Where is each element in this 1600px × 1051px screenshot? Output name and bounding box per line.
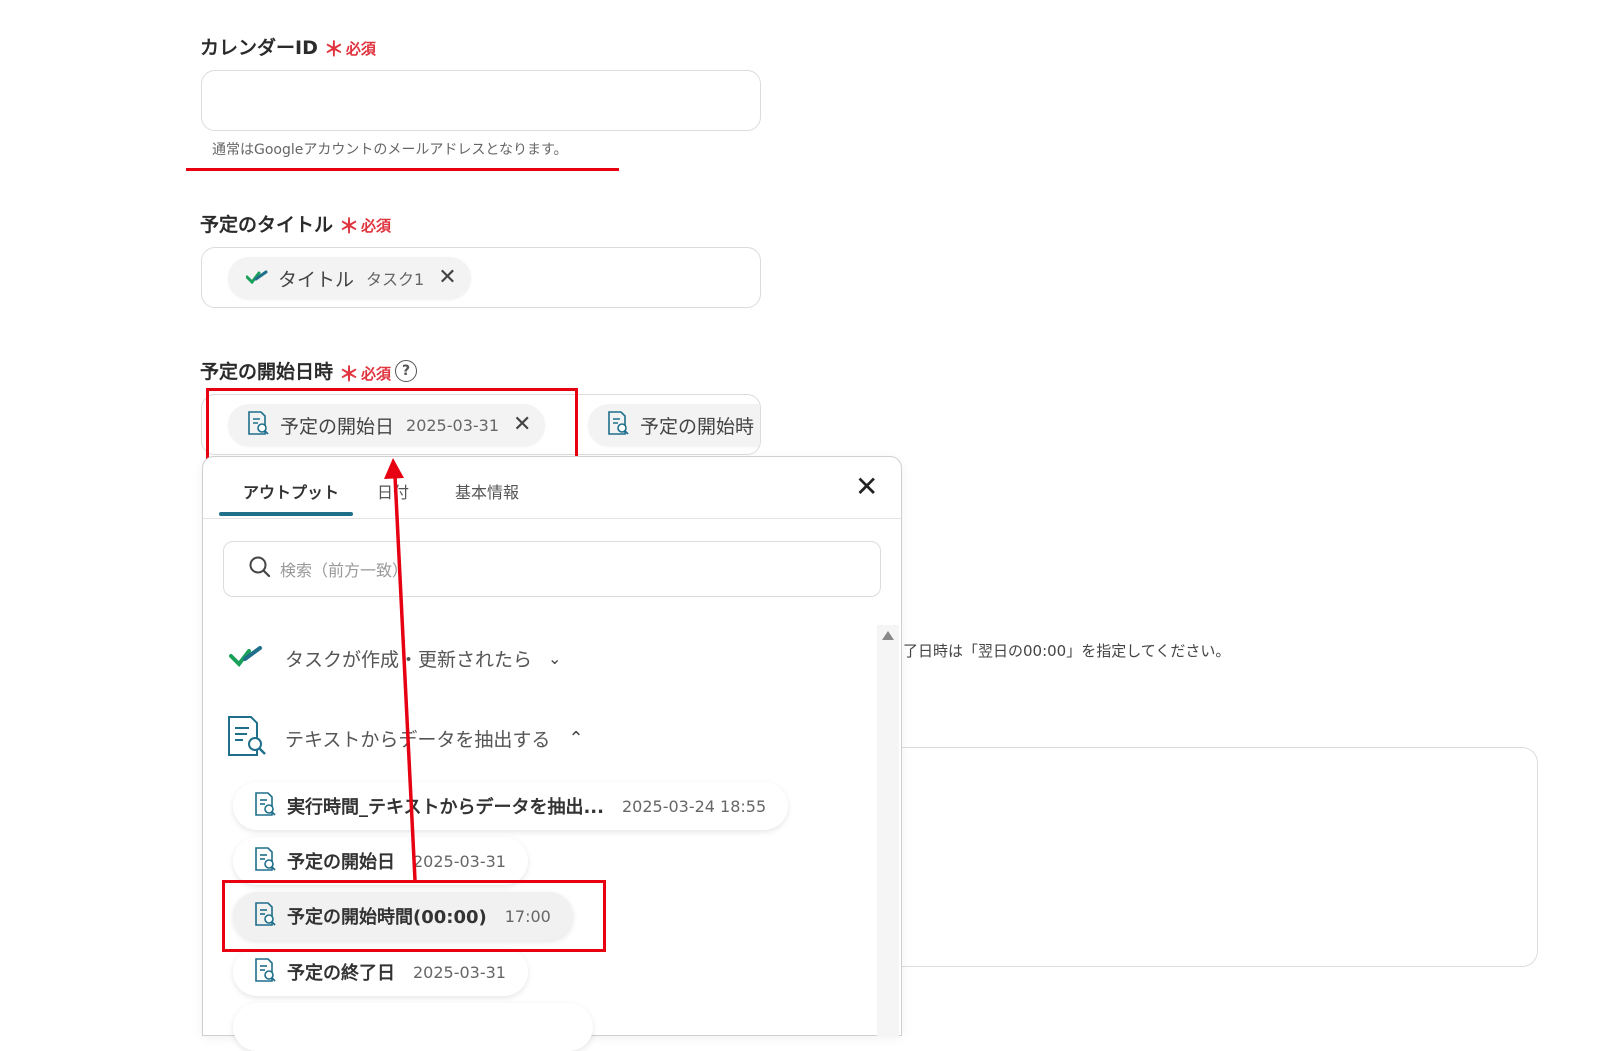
annotation-arrow xyxy=(384,458,417,881)
annotation-arrow-head xyxy=(384,458,404,479)
annotation-arrow-line xyxy=(393,475,417,881)
